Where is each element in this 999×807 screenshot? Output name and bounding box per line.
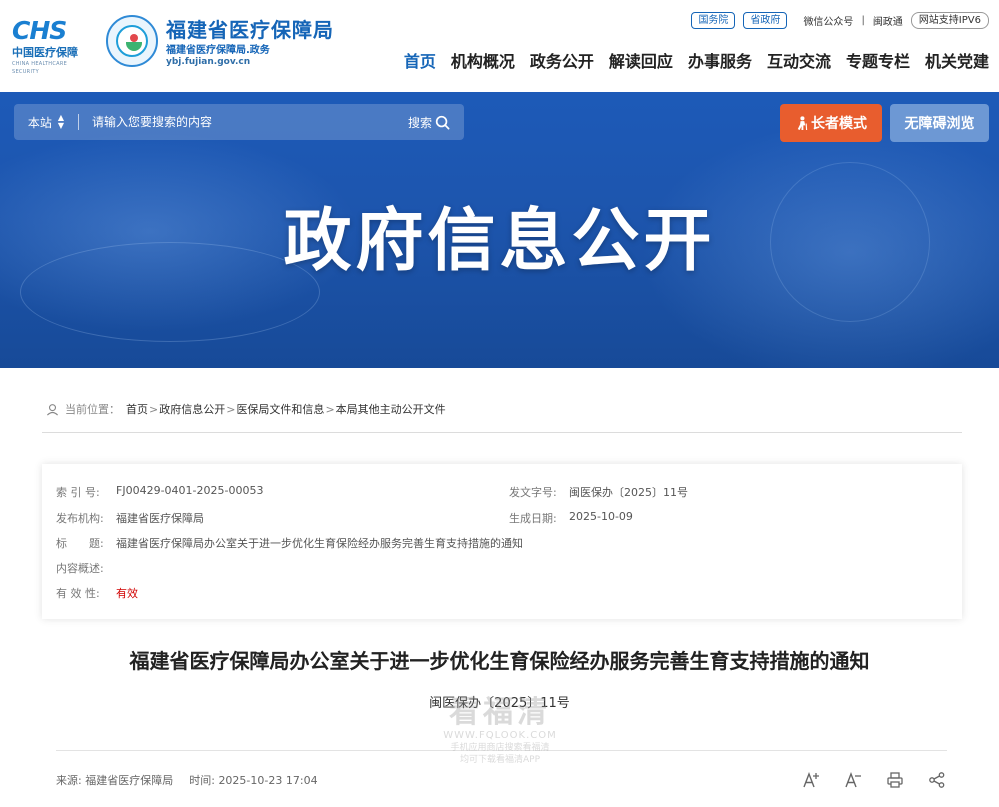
meta-value: FJ00429-0401-2025-00053 (116, 484, 264, 497)
time-value: 2025-10-23 17:04 (218, 774, 318, 787)
meta-index-no: 索 引 号: FJ00429-0401-2025-00053 (56, 484, 263, 500)
breadcrumb-home[interactable]: 首页 (126, 401, 148, 417)
bureau-url: ybj.fujian.gov.cn (166, 57, 251, 67)
document-meta-box: 索 引 号: FJ00429-0401-2025-00053 发文字号: 闽医保… (42, 464, 962, 619)
nav-organization[interactable]: 机构概况 (451, 51, 515, 73)
breadcrumb-separator: > (149, 402, 159, 416)
search-scope-select[interactable]: 本站 ▲ ▼ (14, 104, 78, 140)
meta-summary: 内容概述: (56, 560, 116, 576)
print-icon[interactable] (885, 770, 905, 790)
time-label: 时间: (189, 774, 215, 787)
breadcrumb-bureau-docs[interactable]: 医保局文件和信息 (236, 401, 324, 417)
font-increase-icon[interactable] (801, 770, 821, 790)
meta-value: 闽医保办〔2025〕11号 (569, 486, 688, 499)
search-icon (435, 115, 450, 129)
meta-validity: 有 效 性: 有效 (56, 585, 138, 601)
meta-issuer: 发布机构: 福建省医疗保障局 (56, 510, 204, 526)
meta-value: 福建省医疗保障局 (116, 512, 204, 525)
meta-doc-no: 发文字号: 闽医保办〔2025〕11号 (509, 484, 688, 500)
top-links-separator: | (861, 15, 865, 26)
font-decrease-icon[interactable] (843, 770, 863, 790)
sort-arrows-icon: ▲ ▼ (57, 113, 65, 130)
watermark: 看福清 WWW.FQLOOK.COM 手机应用商店搜索看福清 均可下载看福清AP… (420, 696, 580, 766)
nav-interpretation[interactable]: 解读回应 (609, 51, 673, 73)
search-button[interactable]: 搜索 (408, 104, 464, 140)
breadcrumb-other-docs[interactable]: 本局其他主动公开文件 (336, 401, 446, 417)
watermark-line1: 手机应用商店搜索看福清 (450, 743, 550, 753)
elder-mode-button[interactable]: 长者模式 (780, 104, 882, 142)
nav-interaction[interactable]: 互动交流 (767, 51, 831, 73)
ipv6-badge: 网站支持IPV6 (910, 12, 989, 29)
wechat-link[interactable]: 微信公众号 (803, 13, 853, 28)
bureau-name[interactable]: 福建省医疗保障局 (166, 17, 334, 43)
main-nav: 首页 机构概况 政务公开 解读回应 办事服务 互动交流 专题专栏 机关党建 (389, 51, 989, 73)
search-bar: 本站 ▲▼ 搜索 (14, 104, 464, 140)
nav-services[interactable]: 办事服务 (688, 51, 752, 73)
bureau-subtitle: 福建省医疗保障局.政务 (166, 45, 270, 56)
search-button-label: 搜索 (407, 115, 432, 130)
breadcrumb-separator: > (325, 402, 335, 416)
state-council-link[interactable]: 国务院 (691, 12, 736, 29)
meta-value: 有效 (116, 587, 138, 600)
top-links: 国务院 省政府 微信公众号 | 闽政通 网站支持IPV6 (691, 12, 989, 29)
breadcrumb-separator: > (226, 402, 236, 416)
location-icon (46, 403, 59, 415)
chs-logo[interactable]: CHS 中国医疗保障 CHINA HEALTHCARE SECURITY (12, 18, 92, 76)
breadcrumb-gov-info[interactable]: 政府信息公开 (159, 401, 225, 417)
breadcrumb: 当前位置： 首页 > 政府信息公开 > 医保局文件和信息 > 本局其他主动公开文… (46, 401, 446, 417)
document-tools (779, 770, 947, 790)
banner-title: 政府信息公开 (283, 202, 716, 281)
search-scope-label: 本站 (27, 115, 52, 130)
source-value: 福建省医疗保障局 (85, 774, 174, 787)
document-source: 来源: 福建省医疗保障局 时间: 2025-10-23 17:04 (56, 772, 334, 788)
nav-topics[interactable]: 专题专栏 (846, 51, 910, 73)
meta-key: 发布机构: (56, 512, 104, 525)
search-input[interactable] (79, 104, 408, 140)
bureau-emblem-icon[interactable] (106, 15, 158, 67)
nav-party[interactable]: 机关党建 (925, 51, 989, 73)
breadcrumb-divider (42, 432, 962, 433)
hero-banner: 本站 ▲▼ 搜索 长者模式 无障碍浏览 政府信息公开 (0, 92, 999, 368)
watermark-url: WWW.FQLOOK.COM (443, 730, 557, 741)
breadcrumb-label: 当前位置： (65, 403, 120, 416)
watermark-line2: 均可下载看福清APP (459, 755, 540, 765)
site-header: CHS 中国医疗保障 CHINA HEALTHCARE SECURITY 福建省… (0, 0, 999, 92)
elder-person-icon (797, 115, 808, 130)
meta-title: 标 题: 福建省医疗保障局办公室关于进一步优化生育保险经办服务完善生育支持措施的… (56, 535, 523, 551)
chs-logo-mark: CHS (12, 16, 67, 45)
watermark-title: 看福清 (449, 695, 551, 730)
meta-value: 福建省医疗保障局办公室关于进一步优化生育保险经办服务完善生育支持措施的通知 (116, 537, 523, 550)
meta-key: 内容概述: (56, 562, 104, 575)
province-gov-link[interactable]: 省政府 (743, 12, 788, 29)
nav-home[interactable]: 首页 (404, 51, 436, 73)
document-title: 福建省医疗保障局办公室关于进一步优化生育保险经办服务完善生育支持措施的通知 (129, 649, 870, 673)
meta-key: 标 题: (56, 537, 104, 550)
meta-key: 发文字号: (509, 486, 557, 499)
meta-key: 有 效 性: (56, 587, 100, 600)
chs-logo-en: CHINA HEALTHCARE SECURITY (12, 61, 68, 75)
accessible-browse-button[interactable]: 无障碍浏览 (890, 104, 989, 142)
min-zheng-tong-link[interactable]: 闽政通 (873, 13, 903, 28)
source-label: 来源: (56, 774, 82, 787)
elder-mode-label: 长者模式 (811, 116, 867, 132)
share-icon[interactable] (927, 770, 947, 790)
nav-gov-affairs[interactable]: 政务公开 (530, 51, 594, 73)
meta-value: 2025-10-09 (569, 510, 633, 523)
meta-date: 生成日期: 2025-10-09 (509, 510, 633, 526)
chs-logo-cn: 中国医疗保障 (12, 46, 78, 59)
meta-key: 索 引 号: (56, 486, 100, 499)
meta-key: 生成日期: (509, 512, 557, 525)
